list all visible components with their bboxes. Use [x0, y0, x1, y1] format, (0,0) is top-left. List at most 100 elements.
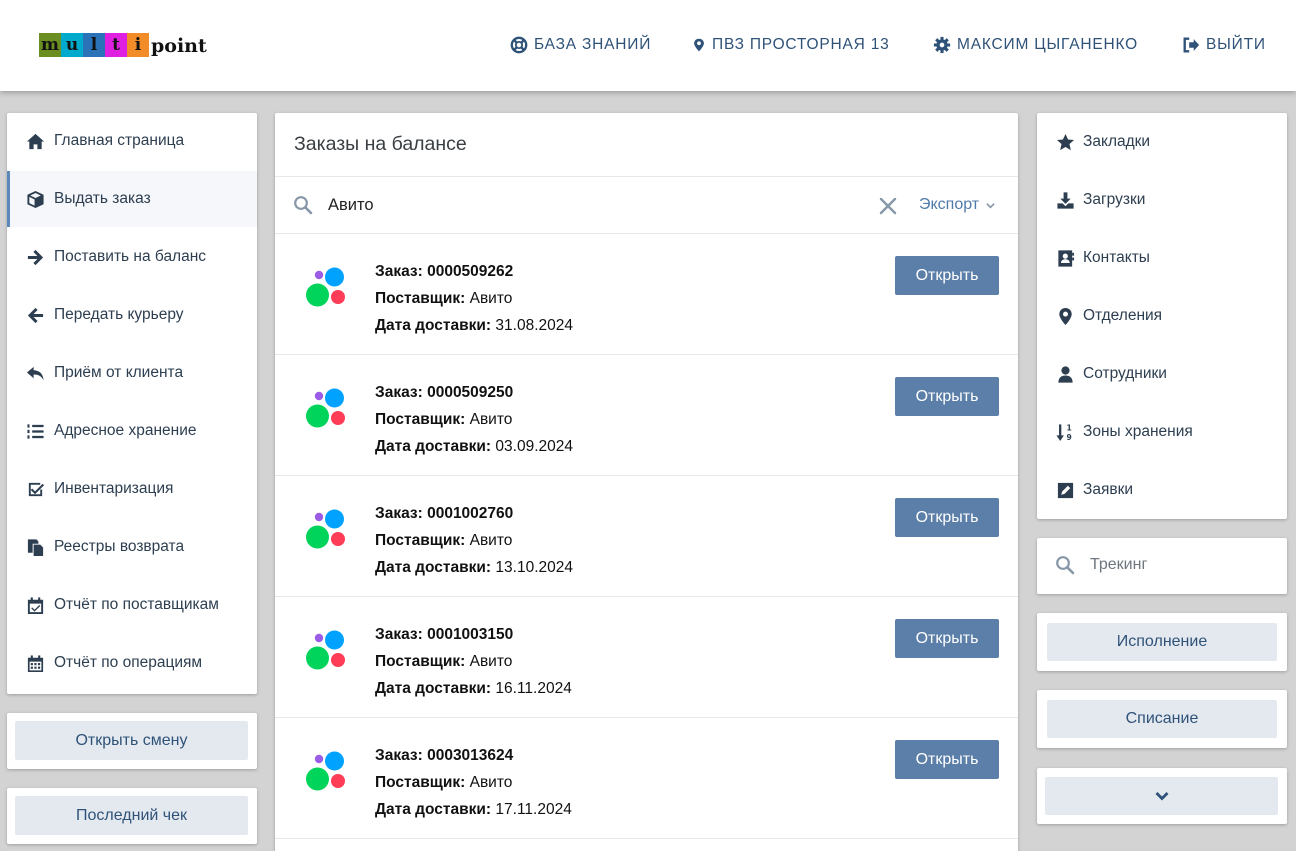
sidebar-item-label: Реестры возврата [54, 538, 185, 555]
calendar-icon [25, 653, 45, 673]
order-number-label: Заказ: [375, 384, 423, 401]
search-icon [1056, 556, 1075, 575]
avito-logo-icon [306, 267, 345, 307]
open-order-button[interactable]: Открыть [895, 740, 999, 779]
sidebar-item-label: Инвентаризация [54, 480, 174, 497]
delivery-date-label: Дата доставки: [375, 317, 492, 334]
map-marker-icon [694, 38, 704, 52]
order-number: 0001003150 [427, 626, 514, 643]
supplier-label: Поставщик: [375, 290, 466, 307]
close-icon[interactable] [879, 197, 897, 215]
sidebar-item-inventory[interactable]: Инвентаризация [7, 461, 257, 517]
order-supplier: Авито [469, 774, 513, 791]
sidebar-item-receive-from-client[interactable]: Приём от клиента [7, 345, 257, 401]
sidebar-item-label: Главная страница [54, 132, 185, 149]
order-delivery-date: 13.10.2024 [495, 559, 573, 576]
page-title: Заказы на балансе [294, 133, 467, 155]
order-delivery-date: 03.09.2024 [495, 438, 573, 455]
order-row: Заказ: 0000509250 Поставщик: Авито Дата до… [275, 355, 1018, 476]
open-shift-button[interactable]: Открыть смену [15, 721, 248, 760]
sidebar-item-employees[interactable]: Сотрудники [1037, 345, 1287, 403]
last-receipt-button[interactable]: Последний чек [15, 796, 248, 835]
sidebar-item-issue-order[interactable]: Выдать заказ [7, 171, 257, 227]
open-order-button[interactable]: Открыть [895, 256, 999, 295]
order-supplier-line: Поставщик: Авито [375, 648, 572, 675]
multipoint-logo[interactable]: m u l t i point [39, 33, 207, 57]
sidebar-item-hand-to-courier[interactable]: Передать курьеру [7, 287, 257, 343]
sidebar-item-label: Отчёт по поставщикам [54, 596, 219, 613]
supplier-label: Поставщик: [375, 532, 466, 549]
sidebar-item-label: Отчёт по операциям [54, 654, 203, 671]
order-date-line: Дата доставки: 17.11.2024 [375, 796, 572, 823]
search-input[interactable]: Авито [328, 196, 374, 215]
address-book-icon [1055, 248, 1075, 268]
sidebar-item-label: Приём от клиента [54, 364, 184, 381]
order-details: Заказ: 0000509262 Поставщик: Авито Дата до… [375, 258, 573, 339]
order-row: Заказ: 0003013624 Поставщик: Авито Дата до… [275, 718, 1018, 839]
order-date-line: Дата доставки: 03.09.2024 [375, 433, 573, 460]
order-supplier-line: Поставщик: Авито [375, 527, 573, 554]
last-receipt-card: Последний чек [7, 788, 257, 844]
logo-letter: l [83, 33, 105, 57]
sidebar-item-return-registers[interactable]: Реестры возврата [7, 519, 257, 575]
sidebar-item-operations-report[interactable]: Отчёт по операциям [7, 635, 257, 691]
order-row: Заказ: 0001002760 Поставщик: Авито Дата до… [275, 476, 1018, 597]
sidebar-item-home[interactable]: Главная страница [7, 113, 257, 169]
tracking-input[interactable]: Трекинг [1090, 556, 1147, 574]
sidebar-item-branches[interactable]: Отделения [1037, 287, 1287, 345]
nav-pickup-point[interactable]: ПВЗ ПРОСТОРНАЯ 13 [692, 36, 890, 54]
sidebar-item-contacts[interactable]: Контакты [1037, 229, 1287, 287]
order-number-line: Заказ: 0001002760 [375, 500, 573, 527]
export-dropdown[interactable]: Экспорт [919, 196, 996, 214]
sidebar-item-address-storage[interactable]: Адресное хранение [7, 403, 257, 459]
top-header: m u l t i point БАЗА ЗНАНИЙ ПВЗ ПРОСТОРН… [0, 0, 1296, 91]
open-order-button[interactable]: Открыть [895, 498, 999, 537]
sidebar-item-put-on-balance[interactable]: Поставить на баланс [7, 229, 257, 285]
sidebar-item-downloads[interactable]: Загрузки [1037, 171, 1287, 229]
sidebar-item-storage-zones[interactable]: 19 Зоны хранения [1037, 403, 1287, 461]
order-supplier: Авито [469, 653, 513, 670]
sidebar-item-label: Заявки [1083, 481, 1134, 498]
copy-icon [25, 537, 45, 557]
logo-text: point [151, 35, 207, 57]
sidebar-item-requests[interactable]: Заявки [1037, 461, 1287, 519]
write-off-button[interactable]: Списание [1047, 700, 1277, 738]
logo-letter: i [127, 33, 149, 57]
sidebar-item-label: Сотрудники [1083, 365, 1167, 382]
right-sidebar-menu: Закладки Загрузки Контакты Отделения Сот… [1037, 113, 1287, 519]
sidebar-item-bookmarks[interactable]: Закладки [1037, 113, 1287, 171]
open-order-button[interactable]: Открыть [895, 377, 999, 416]
order-date-line: Дата доставки: 16.11.2024 [375, 675, 572, 702]
avito-logo-icon [306, 751, 345, 791]
order-number: 0000509250 [427, 384, 514, 401]
order-number-line: Заказ: 0000509250 [375, 379, 573, 406]
nav-knowledge-base[interactable]: БАЗА ЗНАНИЙ [510, 36, 651, 54]
order-number: 0001002760 [427, 505, 514, 522]
sidebar-item-label: Выдать заказ [54, 190, 151, 207]
order-number-label: Заказ: [375, 747, 423, 764]
export-label: Экспорт [919, 196, 980, 213]
delivery-date-label: Дата доставки: [375, 559, 492, 576]
svg-text:9: 9 [1066, 433, 1071, 442]
supplier-label: Поставщик: [375, 653, 466, 670]
order-date-line: Дата доставки: 31.08.2024 [375, 312, 573, 339]
order-details: Заказ: 0001003150 Поставщик: Авито Дата до… [375, 621, 572, 702]
nav-user-settings[interactable]: МАКСИМ ЦЫГАНЕНКО [933, 36, 1138, 54]
write-off-card: Списание [1037, 690, 1287, 748]
checkbox-icon [25, 479, 45, 499]
sidebar-item-label: Зоны хранения [1083, 423, 1193, 440]
open-order-button[interactable]: Открыть [895, 619, 999, 658]
supplier-label: Поставщик: [375, 774, 466, 791]
execution-button[interactable]: Исполнение [1047, 623, 1277, 661]
sidebar-item-supplier-report[interactable]: Отчёт по поставщикам [7, 577, 257, 633]
order-details: Заказ: 0001002760 Поставщик: Авито Дата до… [375, 500, 573, 581]
arrow-left-icon [25, 305, 45, 325]
order-number-label: Заказ: [375, 626, 423, 643]
expand-more-button[interactable] [1045, 777, 1278, 815]
sidebar-item-label: Закладки [1083, 133, 1151, 150]
svg-text:1: 1 [1066, 423, 1071, 432]
order-supplier-line: Поставщик: Авито [375, 406, 573, 433]
order-number-label: Заказ: [375, 263, 423, 280]
logout-button[interactable]: ВЫЙТИ [1182, 36, 1266, 54]
order-supplier: Авито [469, 411, 513, 428]
